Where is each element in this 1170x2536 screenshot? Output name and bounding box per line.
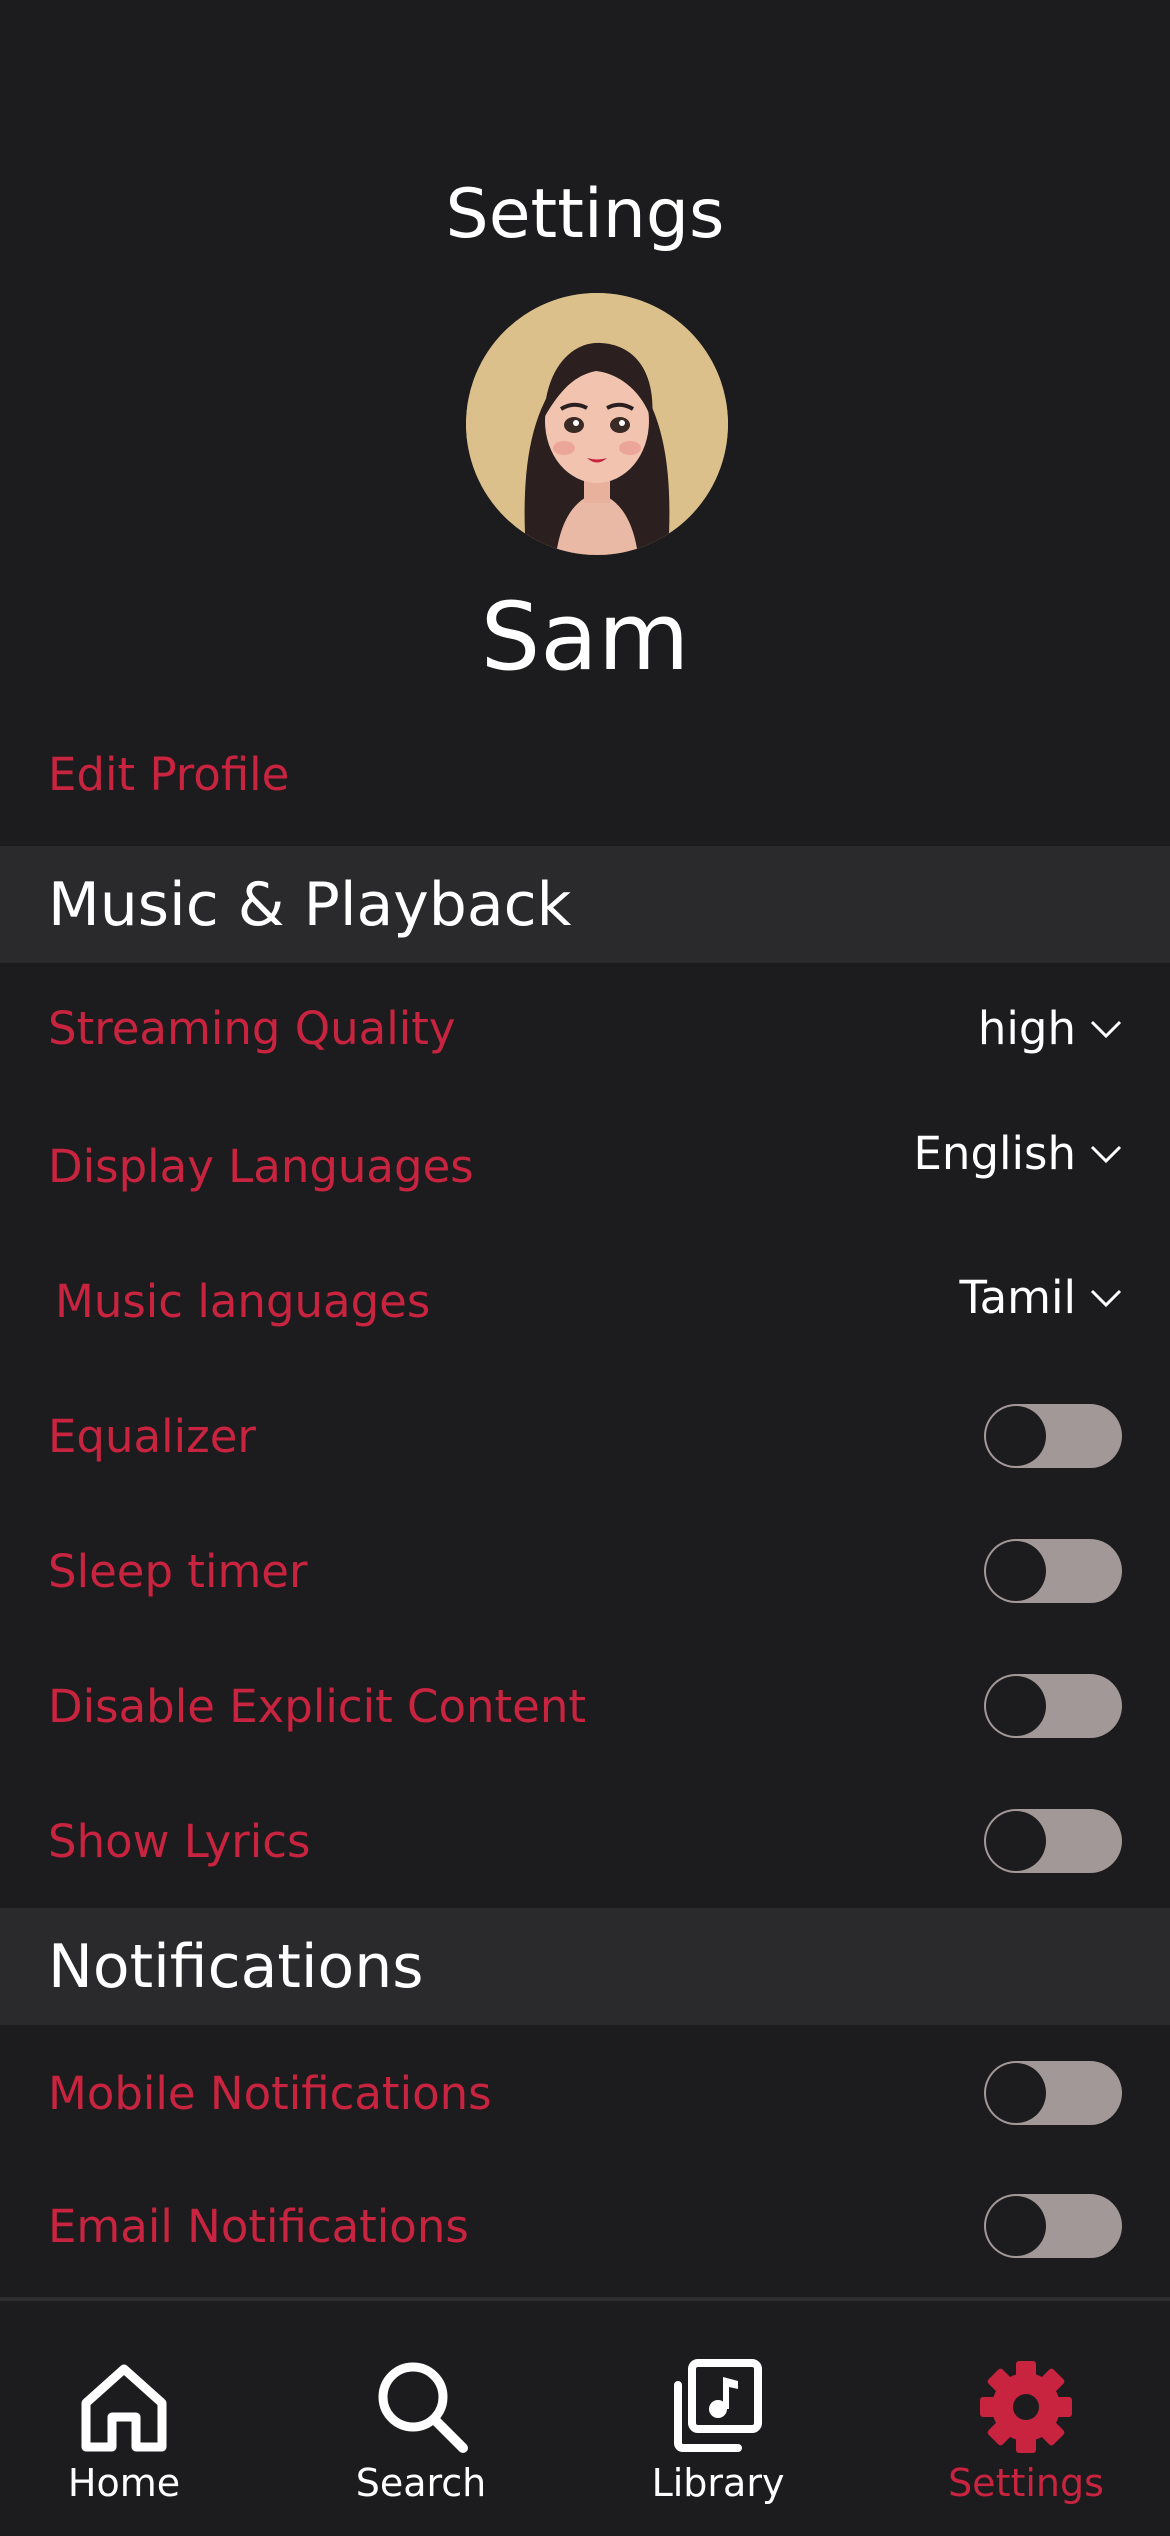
sleep-timer-label: Sleep timer: [48, 1545, 308, 1598]
tab-home-label: Home: [67, 2461, 181, 2505]
edit-profile-link[interactable]: Edit Profile: [48, 745, 289, 805]
gear-icon: [980, 2361, 1072, 2453]
section-header-music-playback: Music & Playback: [0, 846, 1170, 963]
mobile-notifications-toggle[interactable]: [984, 2061, 1122, 2125]
streaming-quality-select[interactable]: high: [978, 999, 1122, 1059]
email-notifications-label: Email Notifications: [48, 2200, 469, 2253]
display-languages-label: Display Languages: [48, 1140, 474, 1193]
toggle-knob: [986, 1406, 1046, 1466]
tab-settings[interactable]: Settings: [916, 2301, 1136, 2536]
bottom-tab-bar: Home Search Library Settings: [0, 2297, 1170, 2536]
tab-search-label: Search: [355, 2461, 487, 2505]
chevron-down-icon: [1090, 1289, 1122, 1308]
streaming-quality-value: high: [977, 1002, 1076, 1055]
equalizer-toggle[interactable]: [984, 1404, 1122, 1468]
avatar-illustration: [466, 293, 728, 555]
show-lyrics-label: Show Lyrics: [48, 1815, 311, 1868]
section-header-notifications: Notifications: [0, 1908, 1170, 2025]
display-languages-select[interactable]: English: [914, 1124, 1123, 1184]
toggle-knob: [986, 1676, 1046, 1736]
equalizer-label: Equalizer: [48, 1410, 256, 1463]
search-icon: [378, 2362, 468, 2453]
streaming-quality-label: Streaming Quality: [48, 1002, 456, 1055]
display-languages-value: English: [913, 1127, 1077, 1180]
music-languages-select[interactable]: Tamil: [960, 1268, 1122, 1328]
avatar[interactable]: [466, 293, 728, 555]
tab-library[interactable]: Library: [608, 2301, 828, 2536]
toggle-knob: [986, 1811, 1046, 1871]
profile-name: Sam: [480, 583, 690, 692]
chevron-down-icon: [1090, 1020, 1122, 1039]
library-icon: [674, 2359, 762, 2452]
disable-explicit-content-toggle[interactable]: [984, 1674, 1122, 1738]
show-lyrics-toggle[interactable]: [984, 1809, 1122, 1873]
home-icon: [81, 2364, 167, 2452]
tab-search[interactable]: Search: [311, 2301, 531, 2536]
mobile-notifications-label: Mobile Notifications: [48, 2067, 492, 2120]
chevron-down-icon: [1090, 1145, 1122, 1164]
disable-explicit-content-label: Disable Explicit Content: [48, 1680, 587, 1733]
toggle-knob: [986, 2196, 1046, 2256]
tab-home[interactable]: Home: [14, 2301, 234, 2536]
tab-library-label: Library: [651, 2461, 785, 2505]
music-languages-value: Tamil: [959, 1271, 1076, 1324]
sleep-timer-toggle[interactable]: [984, 1539, 1122, 1603]
email-notifications-toggle[interactable]: [984, 2194, 1122, 2258]
page-title: Settings: [445, 175, 725, 254]
tab-settings-label: Settings: [948, 2461, 1104, 2505]
toggle-knob: [986, 1541, 1046, 1601]
music-languages-label: Music languages: [55, 1275, 431, 1328]
toggle-knob: [986, 2063, 1046, 2123]
